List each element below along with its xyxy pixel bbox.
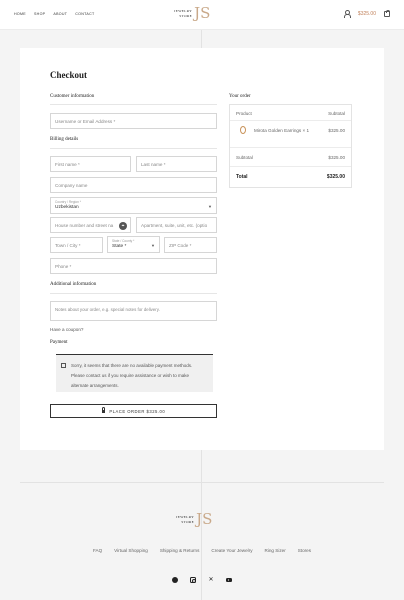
username-placeholder: Username or Email Address * xyxy=(55,118,116,124)
item-price: $325.00 xyxy=(328,128,345,133)
company-field[interactable]: Company name xyxy=(50,177,217,193)
footer-link-shipping-returns[interactable]: Shipping & Returns xyxy=(160,548,200,553)
billing-heading: Billing details xyxy=(50,137,79,142)
state-select[interactable]: State / County * State * ▼ xyxy=(107,236,160,253)
locate-icon[interactable]: ⌖ xyxy=(119,222,127,230)
last-name-placeholder: Last name * xyxy=(141,161,166,167)
order-summary: Product Subtotal Mirota Golden Earrings … xyxy=(229,104,352,188)
divider xyxy=(50,293,217,294)
footer-logo-line-1: JEWELRY xyxy=(176,515,195,520)
street-address-field[interactable]: House number and street na ⌖ xyxy=(50,217,131,233)
chevron-down-icon: ▼ xyxy=(151,243,155,248)
col-subtotal: Subtotal xyxy=(328,111,345,116)
checkout-card: Checkout Customer information Username o… xyxy=(20,48,384,450)
coupon-link[interactable]: Have a coupon? xyxy=(50,327,83,332)
town-city-field[interactable]: Town / City * xyxy=(50,237,103,253)
subtotal-label: Subtotal xyxy=(236,155,253,160)
last-name-field[interactable]: Last name * xyxy=(136,156,217,172)
chevron-down-icon: ▼ xyxy=(208,204,212,209)
country-label: Country / Region * xyxy=(55,200,82,204)
phone-field[interactable]: Phone * xyxy=(50,258,217,274)
subtotal-value: $325.00 xyxy=(328,155,345,160)
page-title: Checkout xyxy=(50,70,88,80)
site-logo[interactable]: JEWELRY STORE JS xyxy=(174,6,210,21)
logo-line-1: JEWELRY xyxy=(174,9,193,14)
total-label: Total xyxy=(236,174,248,180)
username-email-field[interactable]: Username or Email Address * xyxy=(50,113,217,129)
nav-home-link[interactable]: HOME xyxy=(14,12,26,16)
footer-link-stores[interactable]: Stores xyxy=(298,548,311,553)
footer-logo[interactable]: JEWELRY STORE JS xyxy=(176,512,212,527)
twitter-icon[interactable]: ✕ xyxy=(208,577,214,583)
zip-code-field[interactable]: ZIP Code * xyxy=(164,237,217,253)
footer-links: FAQ Virtual Shopping Shipping & Returns … xyxy=(0,548,404,553)
your-order-heading: Your order xyxy=(229,94,251,99)
company-placeholder: Company name xyxy=(55,182,88,188)
place-order-button[interactable]: PLACE ORDER $325.00 xyxy=(50,404,217,418)
footer-link-create-jewelry[interactable]: Create Your Jewelry xyxy=(211,548,252,553)
bag-icon[interactable] xyxy=(384,9,391,17)
footer-logo-line-2: STORE xyxy=(181,519,195,524)
youtube-icon[interactable] xyxy=(226,577,232,583)
divider xyxy=(230,120,351,121)
payment-heading: Payment xyxy=(50,340,68,345)
apartment-placeholder: Apartment, suite, unit, etc. (optio xyxy=(141,222,208,228)
customer-info-heading: Customer information xyxy=(50,94,95,99)
col-product: Product xyxy=(236,111,252,116)
first-name-field[interactable]: First name * xyxy=(50,156,131,172)
facebook-icon[interactable] xyxy=(172,577,178,583)
main-nav: HOME SHOP ABOUT CONTACT xyxy=(14,12,94,16)
nav-contact-link[interactable]: CONTACT xyxy=(75,12,94,16)
logo-text: JEWELRY STORE xyxy=(174,9,192,17)
payment-notice-text: Sorry, it seems that there are no availa… xyxy=(71,363,193,388)
footer-logo-text: JEWELRY STORE xyxy=(176,515,194,523)
info-icon xyxy=(61,363,66,368)
divider xyxy=(50,104,217,105)
footer-link-virtual-shopping[interactable]: Virtual Shopping xyxy=(114,548,148,553)
instagram-icon[interactable] xyxy=(190,577,197,584)
footer-logo-mark: JS xyxy=(196,510,213,528)
user-icon[interactable] xyxy=(344,10,352,18)
footer-link-ring-sizer[interactable]: Ring Sizer xyxy=(265,548,286,553)
lock-icon xyxy=(101,407,106,414)
nav-shop-link[interactable]: SHOP xyxy=(34,12,45,16)
apartment-field[interactable]: Apartment, suite, unit, etc. (optio xyxy=(136,217,217,233)
site-header: HOME SHOP ABOUT CONTACT JEWELRY STORE JS… xyxy=(0,0,404,30)
order-notes-textarea[interactable]: Notes about your order, e.g. special not… xyxy=(50,301,217,321)
social-links: ✕ xyxy=(0,577,404,584)
footer-divider xyxy=(20,482,384,483)
phone-placeholder: Phone * xyxy=(55,263,72,269)
divider xyxy=(50,148,217,149)
place-order-label: PLACE ORDER $325.00 xyxy=(109,408,166,414)
zip-placeholder: ZIP Code * xyxy=(169,242,192,248)
street-placeholder: House number and street na xyxy=(55,222,114,228)
notes-placeholder: Notes about your order, e.g. special not… xyxy=(55,307,160,312)
divider xyxy=(230,147,351,148)
first-name-placeholder: First name * xyxy=(55,161,80,167)
earring-thumbnail-icon xyxy=(240,126,246,134)
country-value: Uzbekistan xyxy=(55,205,79,210)
country-select[interactable]: Country / Region * Uzbekistan ▼ xyxy=(50,197,217,214)
payment-notice: Sorry, it seems that there are no availa… xyxy=(56,354,213,392)
logo-mark: JS xyxy=(194,4,211,22)
divider xyxy=(230,166,351,167)
state-label: State / County * xyxy=(112,239,135,243)
footer-link-faq[interactable]: FAQ xyxy=(93,548,102,553)
item-name: Mirota Golden Earrings × 1 xyxy=(254,128,310,133)
cart-total[interactable]: $325.00 xyxy=(358,11,376,17)
state-value: State * xyxy=(112,244,127,249)
logo-line-2: STORE xyxy=(179,13,193,18)
header-actions: $325.00 xyxy=(344,9,391,18)
total-value: $325.00 xyxy=(326,174,345,180)
town-placeholder: Town / City * xyxy=(55,242,81,248)
nav-about-link[interactable]: ABOUT xyxy=(53,12,67,16)
additional-info-heading: Additional information xyxy=(50,282,97,287)
